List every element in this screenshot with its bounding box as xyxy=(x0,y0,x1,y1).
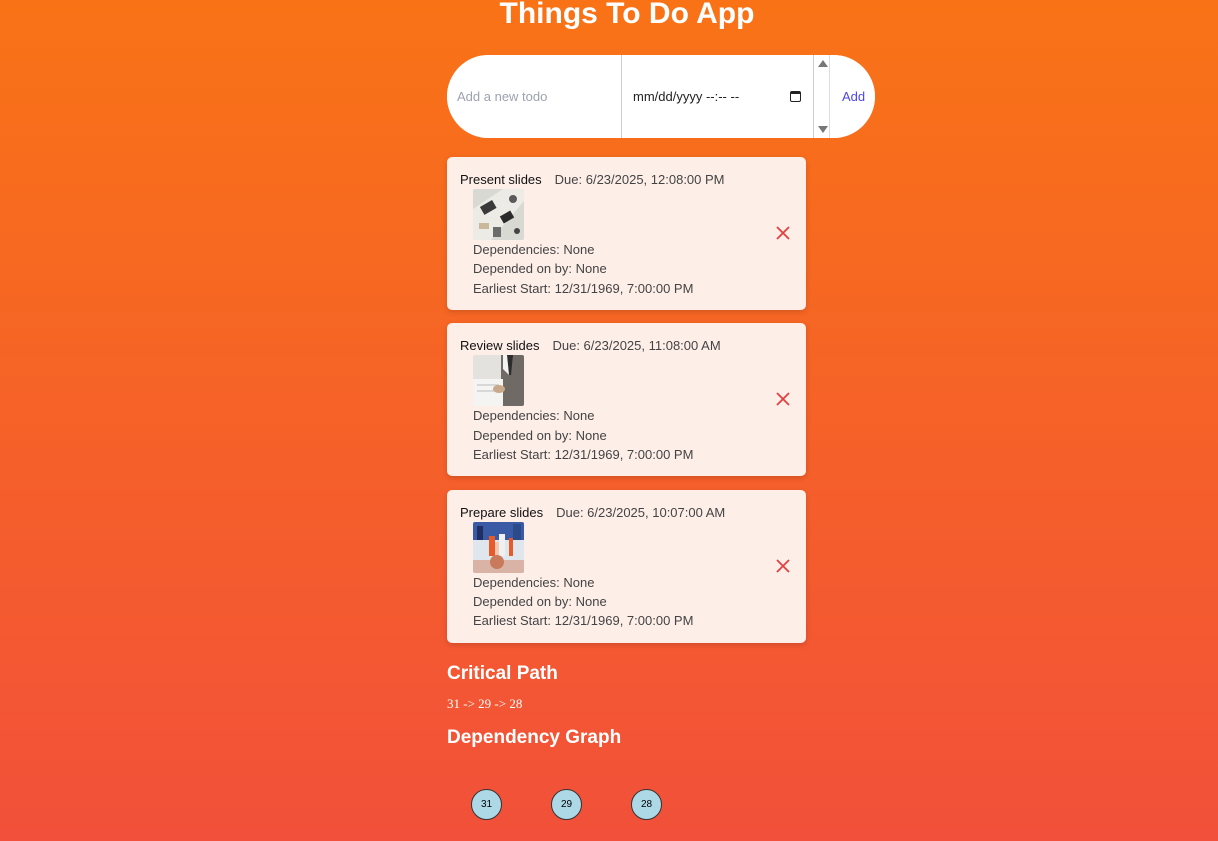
todo-depended-on-by: Depended on by: None xyxy=(473,428,607,443)
todo-due-date: Due: 6/23/2025, 12:08:00 PM xyxy=(554,172,725,187)
todo-earliest-start: Earliest Start: 12/31/1969, 7:00:00 PM xyxy=(473,447,694,462)
todo-title: Prepare slides xyxy=(460,505,544,520)
add-todo-form: mm/dd/yyyy --:-- -- Add xyxy=(447,55,875,138)
todo-dependencies: Dependencies: None xyxy=(473,575,595,590)
delete-icon[interactable] xyxy=(775,558,791,574)
todo-card: Present slides Due: 6/23/2025, 12:08:00 P… xyxy=(447,157,806,310)
spinner-down-arrow-icon[interactable] xyxy=(818,126,828,133)
todo-depended-on-by: Depended on by: None xyxy=(473,594,607,609)
add-button[interactable]: Add xyxy=(830,55,875,138)
todo-title-input[interactable] xyxy=(447,55,622,138)
todo-header: Review slides Due: 6/23/2025, 11:08:00 AM xyxy=(460,338,721,353)
delete-icon[interactable] xyxy=(775,391,791,407)
todo-earliest-start: Earliest Start: 12/31/1969, 7:00:00 PM xyxy=(473,613,694,628)
todo-thumbnail-image xyxy=(473,189,524,240)
todo-card: Review slides Due: 6/23/2025, 11:08:00 AM… xyxy=(447,323,806,476)
todo-depended-on-by: Depended on by: None xyxy=(473,261,607,276)
due-date-input[interactable]: mm/dd/yyyy --:-- -- xyxy=(622,55,814,138)
critical-path-value: 31 -> 29 -> 28 xyxy=(447,696,523,711)
graph-node[interactable]: 31 xyxy=(471,789,502,820)
todo-dependencies: Dependencies: None xyxy=(473,242,595,257)
todo-dependencies: Dependencies: None xyxy=(473,408,595,423)
spinner-up-arrow-icon[interactable] xyxy=(818,60,828,67)
delete-icon[interactable] xyxy=(775,225,791,241)
todo-due-date: Due: 6/23/2025, 11:08:00 AM xyxy=(552,338,721,353)
critical-path-heading: Critical Path xyxy=(447,663,558,684)
number-spinner[interactable] xyxy=(814,55,830,138)
due-date-placeholder: mm/dd/yyyy --:-- -- xyxy=(633,89,740,104)
graph-node[interactable]: 28 xyxy=(631,789,662,820)
page-title: Things To Do App xyxy=(499,0,755,30)
todo-card: Prepare slides Due: 6/23/2025, 10:07:00 A… xyxy=(447,490,806,643)
calendar-icon[interactable] xyxy=(790,91,801,102)
todo-thumbnail-image xyxy=(473,522,524,573)
todo-title: Present slides xyxy=(460,172,542,187)
todo-earliest-start: Earliest Start: 12/31/1969, 7:00:00 PM xyxy=(473,281,694,296)
dependency-graph-heading: Dependency Graph xyxy=(447,727,622,748)
todo-thumbnail-image xyxy=(473,355,524,406)
graph-node[interactable]: 29 xyxy=(551,789,582,820)
todo-header: Prepare slides Due: 6/23/2025, 10:07:00 A… xyxy=(460,505,725,520)
todo-header: Present slides Due: 6/23/2025, 12:08:00 P… xyxy=(460,172,725,187)
todo-due-date: Due: 6/23/2025, 10:07:00 AM xyxy=(556,505,726,520)
todo-title: Review slides xyxy=(460,338,540,353)
